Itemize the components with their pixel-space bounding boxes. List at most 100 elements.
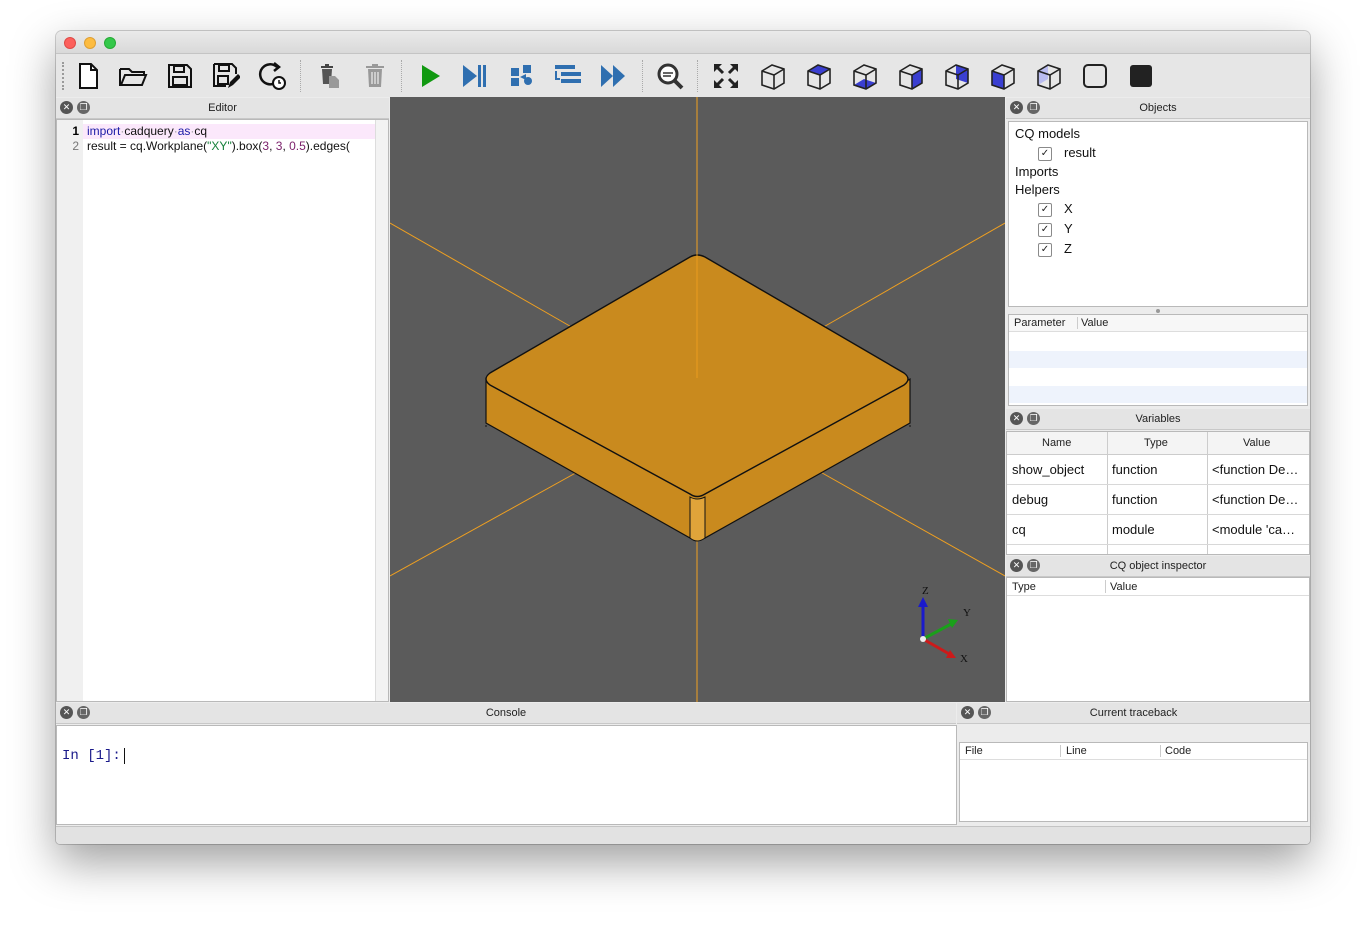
tree-item[interactable]: Imports xyxy=(1015,164,1058,179)
tree-item[interactable]: X xyxy=(1064,201,1073,216)
text-cursor xyxy=(124,748,125,764)
delete-object-icon[interactable] xyxy=(312,58,348,94)
toolbar-separator xyxy=(642,60,644,92)
traceback-table[interactable]: File Line Code xyxy=(959,742,1308,822)
checkbox[interactable]: ✓ xyxy=(1038,223,1052,237)
variables-cell[interactable]: <function De… xyxy=(1212,462,1306,477)
back-view-icon[interactable] xyxy=(939,58,975,94)
front-view-icon[interactable] xyxy=(893,58,929,94)
render-play-icon[interactable] xyxy=(412,58,448,94)
line-header: Line xyxy=(1066,745,1087,757)
checkbox[interactable]: ✓ xyxy=(1038,147,1052,161)
save-as-icon[interactable] xyxy=(208,58,244,94)
iso-view-icon[interactable] xyxy=(755,58,791,94)
console-title: Console xyxy=(485,707,527,719)
delete-all-icon[interactable] xyxy=(357,58,393,94)
fit-view-icon[interactable] xyxy=(708,58,744,94)
value-header: Value xyxy=(1110,581,1138,593)
splitter-handle[interactable] xyxy=(1156,309,1160,313)
code-line[interactable]: 2 result = cq.Workplane("XY").box(3, 3, 0… xyxy=(57,139,350,154)
variables-cell[interactable]: function xyxy=(1112,492,1204,507)
triad-y-label: Y xyxy=(963,607,971,619)
objects-tree[interactable]: CQ models ✓ result Imports Helpers ✓ X ✓ Y ✓ Z xyxy=(1008,121,1308,307)
variables-cell[interactable]: show_object xyxy=(1012,462,1104,477)
variables-cell[interactable]: <module 'ca… xyxy=(1212,522,1306,537)
top-view-icon[interactable] xyxy=(801,58,837,94)
open-file-icon[interactable] xyxy=(115,58,151,94)
tree-item[interactable]: result xyxy=(1064,145,1096,160)
code-line[interactable]: 1 import·cadquery·as·cq xyxy=(57,124,347,139)
row-divider xyxy=(1007,544,1309,545)
variables-cell[interactable]: function xyxy=(1112,462,1204,477)
inspect-zoom-icon[interactable] xyxy=(652,58,688,94)
title-bar xyxy=(56,31,1310,54)
checkbox[interactable]: ✓ xyxy=(1038,243,1052,257)
window-minimize-button[interactable] xyxy=(84,37,96,49)
file-header: File xyxy=(965,745,983,757)
console-dock-title: ✕ ❐ Console xyxy=(56,703,956,724)
variables-cell[interactable]: debug xyxy=(1012,492,1104,507)
code-text: import·cadquery·as·cq xyxy=(87,124,207,138)
traceback-dock-title: ✕ ❐ Current traceback xyxy=(957,703,1310,724)
editor-dock-title: ✕ ❐ Editor xyxy=(56,98,389,119)
code-token: cq xyxy=(194,124,208,138)
debug-play-pause-icon[interactable] xyxy=(456,58,492,94)
code-token: , xyxy=(269,139,276,153)
checkbox[interactable]: ✓ xyxy=(1038,203,1052,217)
type-header: Type xyxy=(1144,437,1168,449)
value-header: Value xyxy=(1243,437,1271,449)
toolbar-separator xyxy=(401,60,403,92)
save-icon[interactable] xyxy=(162,58,198,94)
inspector-dock-title: ✕ ❐ CQ object inspector xyxy=(1006,556,1310,577)
variables-cell[interactable]: module xyxy=(1112,522,1204,537)
inspector-table[interactable]: Type Value xyxy=(1006,577,1310,702)
3d-viewport[interactable]: Z Y X xyxy=(389,97,1006,702)
toolbar-separator xyxy=(300,60,302,92)
tree-item[interactable]: Helpers xyxy=(1015,182,1060,197)
tree-item[interactable]: CQ models xyxy=(1015,126,1080,141)
continue-icon[interactable] xyxy=(595,58,631,94)
parameter-table[interactable]: Parameter Value xyxy=(1008,314,1308,406)
shaded-icon[interactable] xyxy=(1123,58,1159,94)
window-close-button[interactable] xyxy=(64,37,76,49)
variables-title: Variables xyxy=(1135,413,1181,425)
variables-cell[interactable]: cq xyxy=(1012,522,1104,537)
code-token: 0.5 xyxy=(289,139,306,153)
code-token: ).edges( xyxy=(305,139,350,153)
console-panel[interactable]: In [1]: xyxy=(56,725,957,825)
bottom-view-icon[interactable] xyxy=(847,58,883,94)
reload-icon[interactable] xyxy=(254,58,290,94)
value-header: Value xyxy=(1081,317,1109,329)
step-over-icon[interactable] xyxy=(550,58,586,94)
triad-x-axis xyxy=(922,637,952,657)
traceback-title: Current traceback xyxy=(1089,707,1178,719)
code-token: as xyxy=(177,124,191,138)
new-file-icon[interactable] xyxy=(70,58,106,94)
code-token: import xyxy=(87,124,121,138)
step-in-icon[interactable] xyxy=(504,58,540,94)
wireframe-icon[interactable] xyxy=(1077,58,1113,94)
editor-title: Editor xyxy=(208,102,237,114)
variables-cell[interactable]: <function De… xyxy=(1212,492,1306,507)
parameter-header: Parameter xyxy=(1014,317,1066,329)
app-window: ✕ ❐ Editor 1 import·cadquery·as·cq 2 result… xyxy=(56,31,1310,844)
code-token: cadquery xyxy=(124,124,174,138)
line-number: 2 xyxy=(72,139,79,153)
line-number-gutter xyxy=(57,120,83,701)
row-divider xyxy=(1007,514,1309,515)
tree-item[interactable]: Y xyxy=(1064,221,1073,236)
code-token: ).box( xyxy=(231,139,263,153)
code-editor[interactable]: 1 import·cadquery·as·cq 2 result = cq.Workp… xyxy=(56,119,389,702)
code-token: result = cq.Workplane( xyxy=(87,139,208,153)
editor-scrollbar[interactable] xyxy=(375,120,388,701)
left-view-icon[interactable] xyxy=(985,58,1021,94)
variables-table[interactable]: Name Type Value show_object function <func… xyxy=(1006,431,1310,555)
objects-dock-title: ✕ ❐ Objects xyxy=(1006,98,1310,119)
right-view-icon[interactable] xyxy=(1031,58,1067,94)
inspector-title: CQ object inspector xyxy=(1109,560,1207,572)
table-row xyxy=(1009,386,1307,403)
x-axis-line-back xyxy=(807,464,1006,577)
toolbar-grip[interactable] xyxy=(62,62,67,90)
window-zoom-button[interactable] xyxy=(104,37,116,49)
tree-item[interactable]: Z xyxy=(1064,241,1072,256)
